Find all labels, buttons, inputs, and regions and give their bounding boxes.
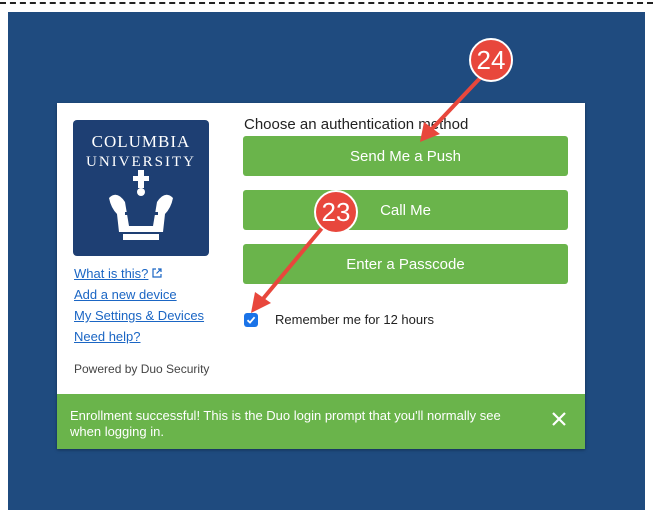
callout-24-number: 24 [477,45,506,75]
annotation-overlay: 24 23 [251,38,513,313]
callout-23-number: 23 [322,197,351,227]
callout-24: 24 [420,38,513,142]
callout-23: 23 [251,190,358,313]
